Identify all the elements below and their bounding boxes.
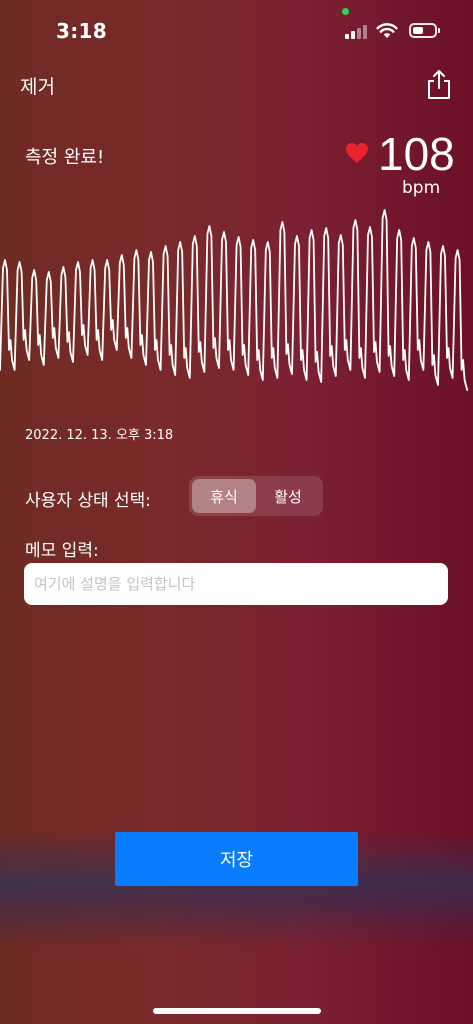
share-icon	[428, 70, 450, 99]
bpm-value: 108	[378, 128, 455, 180]
segment-rest[interactable]: 휴식	[192, 479, 256, 513]
status-time: 3:18	[56, 19, 107, 43]
waveform-line	[0, 209, 469, 391]
memo-label: 메모 입력:	[25, 541, 99, 561]
heartbeat-waveform	[0, 209, 469, 391]
user-state-label: 사용자 상태 선택:	[25, 491, 152, 511]
remove-button[interactable]: 제거	[20, 72, 55, 99]
measurement-timestamp: 2022. 12. 13. 오후 3:18	[25, 428, 174, 443]
measurement-complete-text: 측정 완료!	[25, 147, 105, 168]
save-button[interactable]: 저장	[115, 832, 358, 886]
camera-in-use-dot	[342, 8, 349, 15]
segment-active[interactable]: 활성	[256, 479, 320, 513]
status-bar: 3:18	[0, 0, 473, 64]
bpm-unit: bpm	[402, 178, 441, 198]
battery-icon	[409, 23, 440, 38]
user-state-segmented-control[interactable]: 휴식 활성	[189, 476, 323, 516]
memo-input[interactable]	[24, 563, 448, 605]
cellular-signal-icon	[345, 23, 369, 39]
wifi-icon	[376, 23, 398, 38]
heart-icon	[346, 143, 368, 163]
home-indicator	[153, 1008, 321, 1014]
share-button[interactable]	[424, 68, 454, 100]
